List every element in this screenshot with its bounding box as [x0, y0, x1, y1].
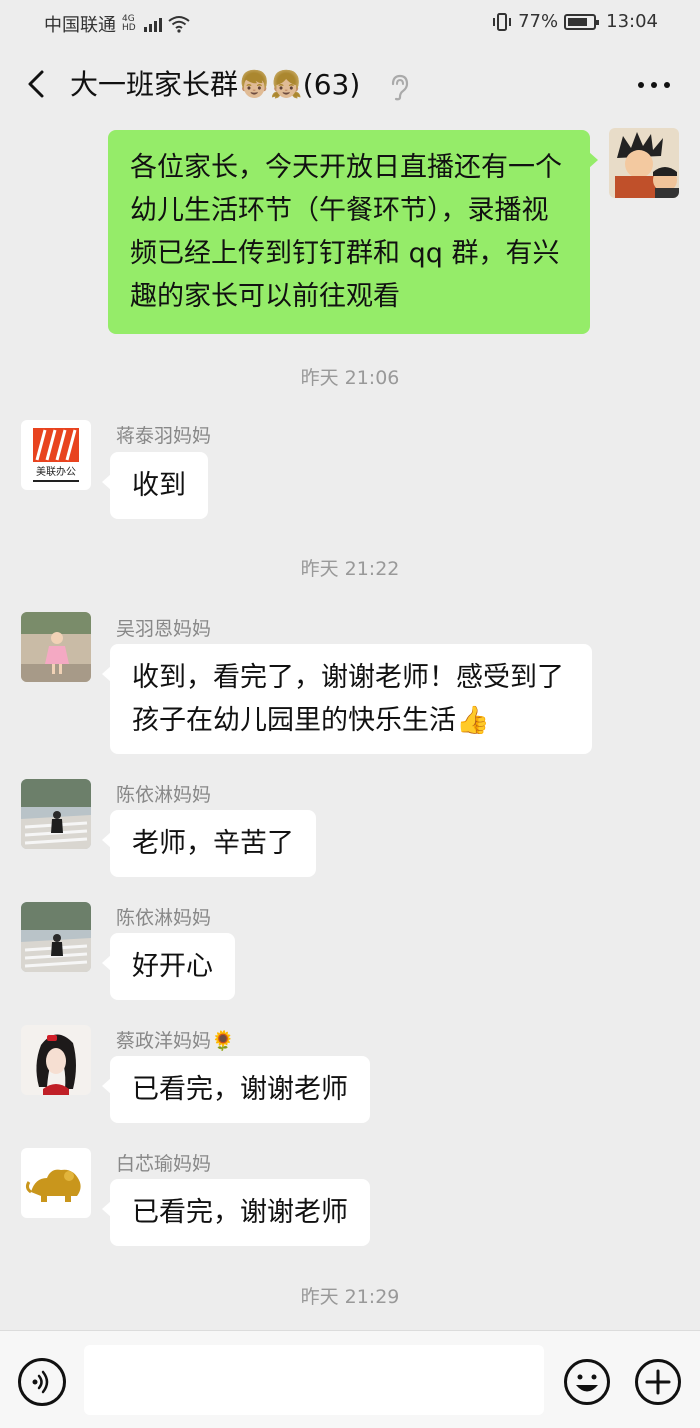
carrier-name: 中国联通 — [44, 15, 116, 36]
earpiece-mode-icon — [391, 74, 409, 101]
sender-name: 吴羽恩妈妈 — [116, 618, 212, 640]
vibrate-icon — [493, 12, 512, 31]
message-bubble-self[interactable]: 各位家长，今天开放日直播还有一个幼儿生活环节（午餐环节），录播视频已经上传到钉钉… — [108, 130, 598, 334]
member-count: (63) — [302, 68, 361, 101]
status-bar: 中国联通 4G HD 77% 13:04 — [0, 0, 700, 44]
message-input[interactable] — [84, 1345, 544, 1415]
street-photo-avatar[interactable] — [21, 902, 91, 972]
more-options-button[interactable] — [638, 82, 670, 88]
emoji-button-icon[interactable] — [563, 1358, 611, 1406]
message-text: 老师，辛苦了 — [132, 828, 294, 859]
sender-name: 陈依淋妈妈 — [116, 784, 212, 806]
message-bubble-other[interactable]: 收到 — [102, 452, 208, 519]
avatar-logo-text: 美联办公 — [36, 465, 76, 478]
battery-icon — [564, 13, 600, 30]
sender-name: 蒋泰羽妈妈 — [116, 425, 212, 447]
battery-percent: 77% — [518, 11, 559, 32]
battery-level-fill — [568, 17, 587, 26]
message-text: 已看完，谢谢老师 — [132, 1197, 348, 1228]
meilian-logo-avatar[interactable]: 美联办公 — [21, 420, 91, 490]
message-bubble-other[interactable]: 收到，看完了，谢谢老师！感受到了孩子在幼儿园里的快乐生活👍 — [102, 644, 592, 754]
voice-input-button[interactable] — [18, 1358, 66, 1406]
woman-portrait-avatar[interactable] — [21, 1025, 91, 1095]
message-bubble-other[interactable]: 好开心 — [102, 933, 235, 1000]
message-text: 收到，看完了，谢谢老师！感受到了孩子在幼儿园里的快乐生活👍 — [132, 662, 564, 736]
message-bubble-other[interactable]: 老师，辛苦了 — [102, 810, 316, 877]
sender-name: 蔡政洋妈妈🌻 — [116, 1030, 235, 1052]
chat-header: 大一班家长群 👦🏼👧🏼 (63) — [0, 44, 700, 126]
status-right: 77% 13:04 — [492, 11, 658, 32]
input-bar — [0, 1330, 700, 1428]
network-hd-label: HD — [122, 23, 136, 33]
cartoon-avatar[interactable] — [609, 128, 679, 198]
sender-name: 陈依淋妈妈 — [116, 907, 212, 929]
status-left: 中国联通 4G HD — [44, 11, 190, 37]
signal-icon — [143, 16, 162, 32]
golden-lion-avatar[interactable] — [21, 1148, 91, 1218]
group-name: 大一班家长群 — [70, 68, 239, 101]
timestamp: 昨天 21:06 — [300, 367, 400, 389]
message-text: 好开心 — [132, 951, 213, 982]
timestamp: 昨天 21:29 — [300, 1286, 400, 1308]
more-functions-plus-icon[interactable] — [634, 1358, 682, 1406]
message-bubble-other[interactable]: 已看完，谢谢老师 — [102, 1056, 370, 1123]
network-type-icon: 4G HD — [122, 15, 136, 33]
message-text: 各位家长，今天开放日直播还有一个幼儿生活环节（午餐环节），录播视频已经上传到钉钉… — [130, 152, 562, 312]
voice-icon — [32, 1370, 49, 1394]
timestamp: 昨天 21:22 — [300, 558, 400, 580]
sender-name: 白芯瑜妈妈 — [116, 1153, 212, 1175]
back-arrow-icon[interactable] — [20, 66, 56, 102]
message-text: 收到 — [132, 470, 186, 501]
chat-title: 大一班家长群 👦🏼👧🏼 (63) — [70, 66, 360, 104]
message-text: 已看完，谢谢老师 — [132, 1074, 348, 1105]
message-bubble-other[interactable]: 已看完，谢谢老师 — [102, 1179, 370, 1246]
group-name-emoji: 👦🏼👧🏼 — [238, 70, 303, 100]
girl-photo-avatar[interactable] — [21, 612, 91, 682]
wifi-icon — [168, 16, 190, 33]
street-photo-avatar[interactable] — [21, 779, 91, 849]
clock: 13:04 — [606, 11, 658, 32]
